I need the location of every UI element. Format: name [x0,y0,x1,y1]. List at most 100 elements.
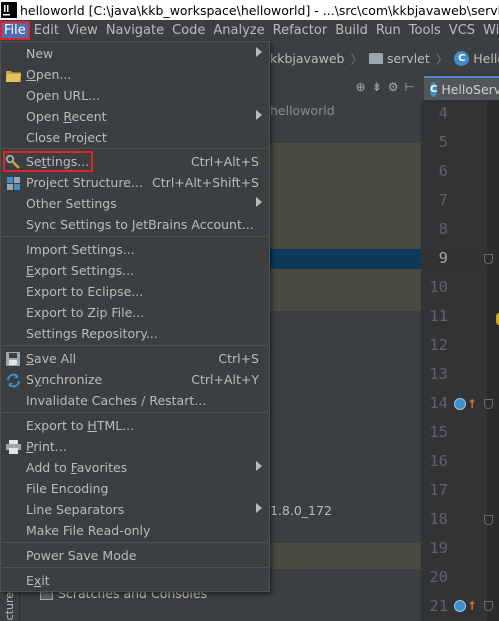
menu-item-synchronize[interactable]: Synchronize Ctrl+Alt+Y [1,369,269,390]
menu-view[interactable]: View [63,21,102,40]
line-number: 12 [429,336,448,354]
menu-item-invalidate-caches-restart[interactable]: Invalidate Caches / Restart... [1,390,269,411]
menu-edit[interactable]: Edit [30,21,63,40]
line-number: 6 [438,162,448,180]
structure-label: Structure [3,592,16,621]
print-icon [5,439,21,455]
menu-file[interactable]: File [0,21,30,40]
menu-item-save-all[interactable]: Save All Ctrl+S [1,348,269,369]
menu-item-settings[interactable]: Settings... Ctrl+Alt+S [1,151,269,172]
override-marker-icon[interactable]: ↑ [454,600,477,612]
menu-item-label: Settings Repository... [26,326,158,341]
breadcrumb-separator: 〉 [350,51,363,67]
menu-item-label: New [26,46,54,61]
tree-row-selected[interactable] [270,249,421,269]
line-number: 15 [429,423,448,441]
breadcrumb: kkbjavaweb 〉 servlet 〉 C HelloServlet [270,45,499,71]
menu-item-import-settings[interactable]: Import Settings... [1,239,269,260]
fold-marker-icon[interactable] [484,254,493,264]
code-area[interactable] [487,100,499,621]
menu-analyze[interactable]: Analyze [209,21,268,40]
menu-code[interactable]: Code [168,21,209,40]
menu-item-close-project[interactable]: Close Project [1,127,269,148]
menu-item-open[interactable]: Open... [1,64,269,85]
line-number: 19 [429,539,448,557]
menu-navigate[interactable]: Navigate [102,21,168,40]
fold-marker-icon[interactable] [484,399,493,409]
menu-item-label: Save All [26,351,77,366]
menu-item-new[interactable]: New [1,43,269,64]
menu-item-label: Export Settings... [26,263,135,278]
editor-tab[interactable]: C HelloServlet [424,76,499,100]
menu-item-file-encoding[interactable]: File Encoding [1,478,269,499]
menu-item-power-save-mode[interactable]: Power Save Mode [1,545,269,566]
menu-separator [2,542,268,543]
line-number: 10 [429,278,448,296]
submenu-arrow-icon [256,197,262,207]
annotation-highlight-box [3,151,93,172]
menu-item-export-to-eclipse[interactable]: Export to Eclipse... [1,281,269,302]
line-number: 14 [429,394,448,412]
structure-tool-tab[interactable]: Structure [0,592,20,621]
menu-item-line-separators[interactable]: Line Separators [1,499,269,520]
line-number: 16 [429,452,448,470]
menu-build[interactable]: Build [331,21,372,40]
menu-item-shortcut: Ctrl+Alt+S [190,154,259,169]
menu-window[interactable]: Window [479,21,499,40]
menu-item-label: Import Settings... [26,242,135,257]
hide-icon[interactable]: ⊢ [405,80,415,94]
menu-item-print[interactable]: Print... [1,436,269,457]
menu-item-export-to-zip-file[interactable]: Export to Zip File... [1,302,269,323]
submenu-arrow-icon [256,503,262,513]
line-number: 5 [438,133,448,151]
menu-run[interactable]: Run [372,21,405,40]
menu-item-exit[interactable]: Exit [1,570,269,591]
menu-item-label: Print... [26,439,67,454]
fold-marker-icon[interactable] [484,515,493,525]
override-marker-icon[interactable]: ↑ [454,398,477,410]
collapse-icon[interactable]: ⇟ [372,80,382,94]
fold-marker-icon[interactable] [484,601,493,611]
menu-item-label: Project Structure... [26,175,143,190]
menu-separator [2,567,268,568]
menu-item-make-file-read-only[interactable]: Make File Read-only [1,520,269,541]
line-number: 9 [438,249,448,267]
menu-item-label: Add to Favorites [26,460,128,475]
line-number: 11 [429,307,448,325]
menu-item-label: Open... [26,67,72,82]
editor-tab-label: HelloServlet [441,81,499,97]
menu-item-open-url[interactable]: Open URL... [1,85,269,106]
menu-item-label: Exit [26,573,50,588]
menu-item-label: File Encoding [26,481,109,496]
menu-separator [2,148,268,149]
window-title: helloworld [C:\java\kkb_workspace\hellow… [20,2,499,18]
menu-item-settings-repository[interactable]: Settings Repository... [1,323,269,344]
menu-item-other-settings[interactable]: Other Settings [1,193,269,214]
folder-icon [368,52,383,64]
menu-item-label: Export to HTML... [26,418,135,433]
breadcrumb-item[interactable]: servlet [368,51,430,66]
menu-item-shortcut: Ctrl+Alt+Y [191,372,259,387]
menu-vcs[interactable]: VCS [445,21,479,40]
menu-item-add-to-favorites[interactable]: Add to Favorites [1,457,269,478]
menu-item-export-settings[interactable]: Export Settings... [1,260,269,281]
class-icon: C [430,81,438,97]
breadcrumb-item[interactable]: C HelloServlet [454,50,499,66]
locate-icon[interactable]: ⊕ [356,80,366,94]
menu-item-sync-settings-to-jetbrains-account[interactable]: Sync Settings to JetBrains Account... [1,214,269,235]
menu-separator [2,236,268,237]
menu-item-export-to-html[interactable]: Export to HTML... [1,415,269,436]
line-number: 18 [429,510,448,528]
project-root-path: helloworld [270,103,335,118]
menu-item-project-structure[interactable]: Project Structure... Ctrl+Alt+Shift+S [1,172,269,193]
menu-item-open-recent[interactable]: Open Recent [1,106,269,127]
save-icon [5,351,21,367]
menu-item-label: Sync Settings to JetBrains Account... [26,217,254,232]
gear-icon[interactable]: ⚙ [388,80,399,94]
breadcrumb-item[interactable]: kkbjavaweb [270,51,344,66]
line-number: 17 [429,481,448,499]
menu-refactor[interactable]: Refactor [269,21,332,40]
menu-tools[interactable]: Tools [405,21,445,40]
menu-item-label: Export to Zip File... [26,305,145,320]
menu-item-label: Line Separators [26,502,125,517]
